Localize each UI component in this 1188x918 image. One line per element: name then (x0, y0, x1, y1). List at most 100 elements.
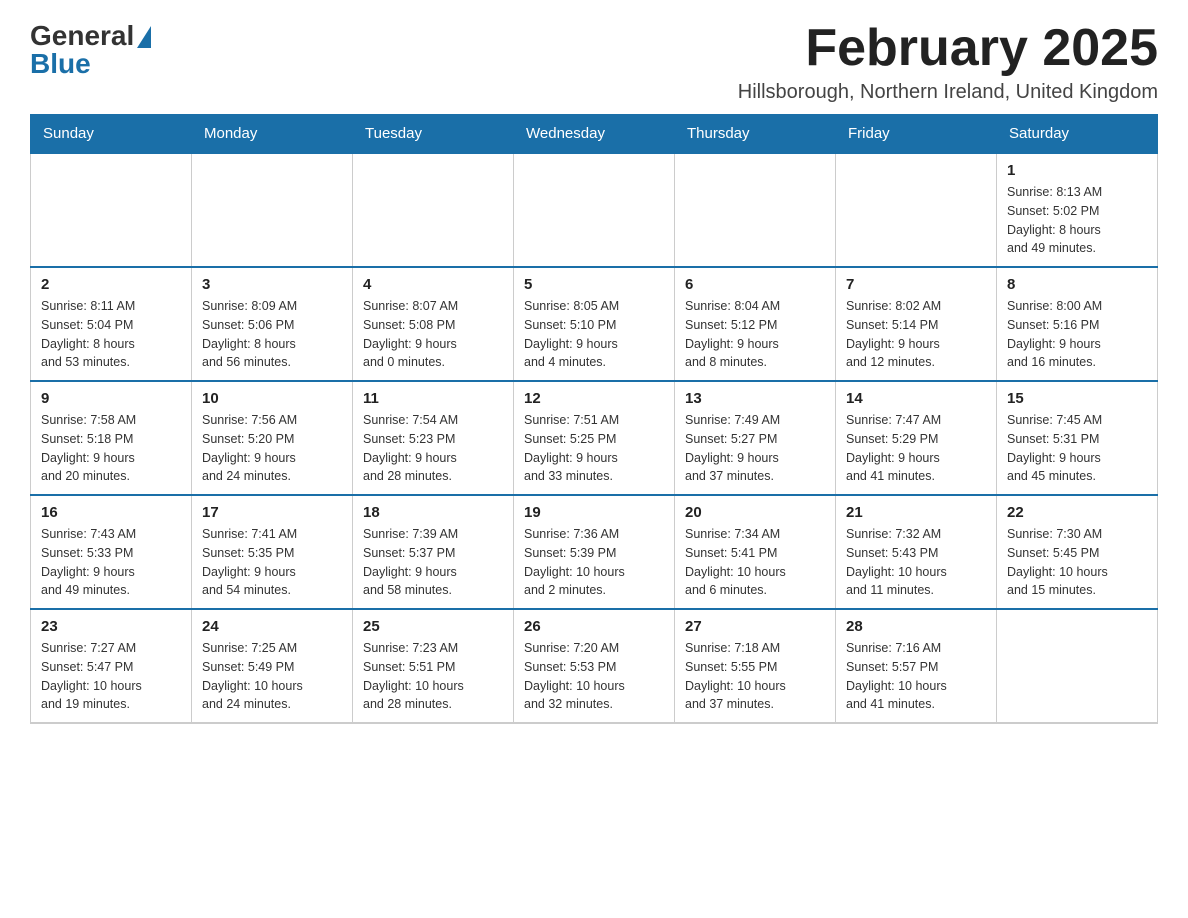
day-number: 4 (363, 276, 503, 293)
day-number: 5 (524, 276, 664, 293)
day-info: Sunrise: 7:51 AM Sunset: 5:25 PM Dayligh… (524, 411, 664, 486)
calendar-cell (997, 609, 1158, 723)
day-number: 28 (846, 618, 986, 635)
page-header: General Blue February 2025 Hillsborough,… (30, 20, 1158, 104)
day-info: Sunrise: 7:25 AM Sunset: 5:49 PM Dayligh… (202, 639, 342, 714)
day-number: 15 (1007, 390, 1147, 407)
calendar-cell: 8Sunrise: 8:00 AM Sunset: 5:16 PM Daylig… (997, 267, 1158, 381)
day-info: Sunrise: 7:32 AM Sunset: 5:43 PM Dayligh… (846, 525, 986, 600)
day-info: Sunrise: 8:00 AM Sunset: 5:16 PM Dayligh… (1007, 297, 1147, 372)
day-info: Sunrise: 7:47 AM Sunset: 5:29 PM Dayligh… (846, 411, 986, 486)
calendar-cell: 19 Sunrise: 7:36 AM Sunset: 5:39 PM Dayli… (514, 495, 675, 609)
calendar-cell (514, 153, 675, 267)
day-info: Sunrise: 7:41 AM Sunset: 5:35 PM Dayligh… (202, 525, 342, 600)
day-info: Sunrise: 7:36 AM Sunset: 5:39 PM Dayligh… (524, 525, 664, 600)
calendar-cell: 23 Sunrise: 7:27 AM Sunset: 5:47 PM Dayli… (31, 609, 192, 723)
month-title: February 2025 (738, 20, 1158, 77)
calendar-cell: 14Sunrise: 7:47 AM Sunset: 5:29 PM Dayli… (836, 381, 997, 495)
day-number: 3 (202, 276, 342, 293)
calendar-cell (192, 153, 353, 267)
calendar-cell: 21 Sunrise: 7:32 AM Sunset: 5:43 PM Dayli… (836, 495, 997, 609)
day-number: 7 (846, 276, 986, 293)
calendar-cell: 3 Sunrise: 8:09 AM Sunset: 5:06 PM Daylig… (192, 267, 353, 381)
weekday-header-saturday: Saturday (997, 115, 1158, 154)
calendar-week-row: 16Sunrise: 7:43 AM Sunset: 5:33 PM Dayli… (31, 495, 1158, 609)
day-number: 13 (685, 390, 825, 407)
calendar-cell: 27 Sunrise: 7:18 AM Sunset: 5:55 PM Dayli… (675, 609, 836, 723)
day-info: Sunrise: 7:16 AM Sunset: 5:57 PM Dayligh… (846, 639, 986, 714)
calendar-cell: 22 Sunrise: 7:30 AM Sunset: 5:45 PM Dayli… (997, 495, 1158, 609)
weekday-header-sunday: Sunday (31, 115, 192, 154)
calendar-cell: 15 Sunrise: 7:45 AM Sunset: 5:31 PM Dayli… (997, 381, 1158, 495)
calendar-cell: 7Sunrise: 8:02 AM Sunset: 5:14 PM Daylig… (836, 267, 997, 381)
day-info: Sunrise: 7:23 AM Sunset: 5:51 PM Dayligh… (363, 639, 503, 714)
day-info: Sunrise: 7:30 AM Sunset: 5:45 PM Dayligh… (1007, 525, 1147, 600)
day-info: Sunrise: 7:27 AM Sunset: 5:47 PM Dayligh… (41, 639, 181, 714)
day-info: Sunrise: 8:04 AM Sunset: 5:12 PM Dayligh… (685, 297, 825, 372)
day-number: 18 (363, 504, 503, 521)
day-number: 20 (685, 504, 825, 521)
calendar-cell (836, 153, 997, 267)
day-info: Sunrise: 8:11 AM Sunset: 5:04 PM Dayligh… (41, 297, 181, 372)
calendar-cell: 6 Sunrise: 8:04 AM Sunset: 5:12 PM Daylig… (675, 267, 836, 381)
day-info: Sunrise: 8:07 AM Sunset: 5:08 PM Dayligh… (363, 297, 503, 372)
calendar-cell: 2Sunrise: 8:11 AM Sunset: 5:04 PM Daylig… (31, 267, 192, 381)
title-section: February 2025 Hillsborough, Northern Ire… (738, 20, 1158, 104)
calendar-cell: 20 Sunrise: 7:34 AM Sunset: 5:41 PM Dayli… (675, 495, 836, 609)
calendar-week-row: 23 Sunrise: 7:27 AM Sunset: 5:47 PM Dayli… (31, 609, 1158, 723)
weekday-header-wednesday: Wednesday (514, 115, 675, 154)
calendar-cell: 16Sunrise: 7:43 AM Sunset: 5:33 PM Dayli… (31, 495, 192, 609)
logo: General Blue (30, 20, 151, 80)
day-number: 23 (41, 618, 181, 635)
calendar-cell: 4 Sunrise: 8:07 AM Sunset: 5:08 PM Daylig… (353, 267, 514, 381)
calendar-week-row: 9Sunrise: 7:58 AM Sunset: 5:18 PM Daylig… (31, 381, 1158, 495)
day-number: 27 (685, 618, 825, 635)
calendar-cell: 5 Sunrise: 8:05 AM Sunset: 5:10 PM Daylig… (514, 267, 675, 381)
calendar-cell: 17Sunrise: 7:41 AM Sunset: 5:35 PM Dayli… (192, 495, 353, 609)
day-info: Sunrise: 7:54 AM Sunset: 5:23 PM Dayligh… (363, 411, 503, 486)
day-info: Sunrise: 8:09 AM Sunset: 5:06 PM Dayligh… (202, 297, 342, 372)
day-info: Sunrise: 7:34 AM Sunset: 5:41 PM Dayligh… (685, 525, 825, 600)
day-info: Sunrise: 8:05 AM Sunset: 5:10 PM Dayligh… (524, 297, 664, 372)
day-number: 10 (202, 390, 342, 407)
calendar-cell: 1 Sunrise: 8:13 AM Sunset: 5:02 PM Daylig… (997, 153, 1158, 267)
calendar-cell (353, 153, 514, 267)
weekday-header-monday: Monday (192, 115, 353, 154)
logo-blue-text: Blue (30, 48, 91, 80)
calendar-cell: 11 Sunrise: 7:54 AM Sunset: 5:23 PM Dayli… (353, 381, 514, 495)
day-info: Sunrise: 7:20 AM Sunset: 5:53 PM Dayligh… (524, 639, 664, 714)
day-info: Sunrise: 8:13 AM Sunset: 5:02 PM Dayligh… (1007, 183, 1147, 258)
calendar-cell: 13Sunrise: 7:49 AM Sunset: 5:27 PM Dayli… (675, 381, 836, 495)
location-subtitle: Hillsborough, Northern Ireland, United K… (738, 81, 1158, 104)
day-number: 22 (1007, 504, 1147, 521)
calendar-cell: 24 Sunrise: 7:25 AM Sunset: 5:49 PM Dayli… (192, 609, 353, 723)
day-number: 16 (41, 504, 181, 521)
calendar-table: SundayMondayTuesdayWednesdayThursdayFrid… (30, 114, 1158, 724)
day-info: Sunrise: 7:45 AM Sunset: 5:31 PM Dayligh… (1007, 411, 1147, 486)
day-number: 11 (363, 390, 503, 407)
calendar-cell (31, 153, 192, 267)
weekday-header-friday: Friday (836, 115, 997, 154)
calendar-cell: 12 Sunrise: 7:51 AM Sunset: 5:25 PM Dayli… (514, 381, 675, 495)
day-number: 19 (524, 504, 664, 521)
day-number: 9 (41, 390, 181, 407)
calendar-week-row: 1 Sunrise: 8:13 AM Sunset: 5:02 PM Daylig… (31, 153, 1158, 267)
day-number: 21 (846, 504, 986, 521)
calendar-cell: 25 Sunrise: 7:23 AM Sunset: 5:51 PM Dayli… (353, 609, 514, 723)
weekday-header-thursday: Thursday (675, 115, 836, 154)
calendar-cell (675, 153, 836, 267)
calendar-cell: 10Sunrise: 7:56 AM Sunset: 5:20 PM Dayli… (192, 381, 353, 495)
calendar-week-row: 2Sunrise: 8:11 AM Sunset: 5:04 PM Daylig… (31, 267, 1158, 381)
day-info: Sunrise: 7:39 AM Sunset: 5:37 PM Dayligh… (363, 525, 503, 600)
day-number: 24 (202, 618, 342, 635)
day-info: Sunrise: 7:18 AM Sunset: 5:55 PM Dayligh… (685, 639, 825, 714)
calendar-cell: 28 Sunrise: 7:16 AM Sunset: 5:57 PM Dayli… (836, 609, 997, 723)
day-number: 25 (363, 618, 503, 635)
day-number: 1 (1007, 162, 1147, 179)
day-number: 12 (524, 390, 664, 407)
calendar-header-row: SundayMondayTuesdayWednesdayThursdayFrid… (31, 115, 1158, 154)
day-number: 26 (524, 618, 664, 635)
logo-triangle-icon (137, 26, 151, 48)
calendar-cell: 9Sunrise: 7:58 AM Sunset: 5:18 PM Daylig… (31, 381, 192, 495)
day-number: 6 (685, 276, 825, 293)
